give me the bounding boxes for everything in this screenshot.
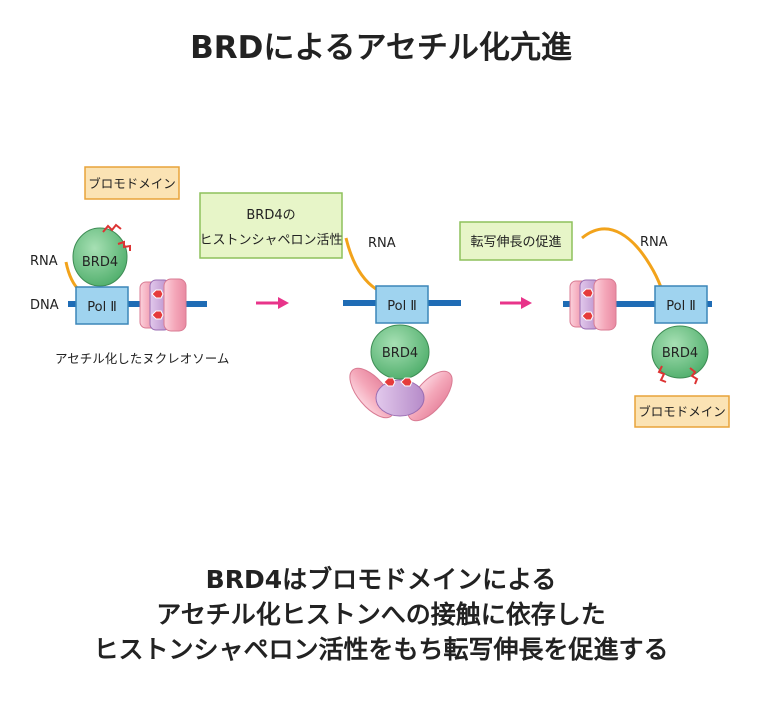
brd4-label: BRD4 [382,346,418,361]
brd4-label: BRD4 [82,255,118,270]
pol-ii-label: Pol Ⅱ [87,300,116,315]
acetylated-nucleosome-label: アセチル化したヌクレオソーム [55,351,229,366]
histone-chaperone-box [199,192,343,259]
rna-label: RNA [368,236,396,251]
rna-label: RNA [30,254,58,269]
bromodomain-label: ブロモドメイン [638,404,726,419]
caption-line-1: BRD4はブロモドメインによる [205,565,557,594]
rna-label: RNA [640,235,668,250]
transition-arrow [500,297,532,309]
pol-ii-label: Pol Ⅱ [387,299,416,314]
acetylated-nucleosome [569,278,617,331]
caption-line-2: アセチル化ヒストンへの接触に依存した [156,600,606,629]
bromodomain-label: ブロモドメイン [88,176,176,191]
brd4-protein: BRD4 [651,325,709,385]
panel-3: 転写伸長の促進 RNA Pol Ⅱ BRD4 ブロモドメイン [459,221,730,428]
elongation-label: 転写伸長の促進 [470,235,561,250]
panel-2: BRD4の ヒストンシャペロン活性 RNA Pol Ⅱ BRD4 [199,192,461,422]
histone-chaperone-line1: BRD4の [246,208,295,223]
histone-chaperone-line2: ヒストンシャペロン活性 [199,233,342,248]
diagram-caption: BRD4はブロモドメインによる アセチル化ヒストンへの接触に依存した ヒストンシ… [0,562,762,667]
brd4-protein: BRD4 [72,223,131,287]
transition-arrow [256,297,289,309]
pol-ii-label: Pol Ⅱ [666,299,695,314]
caption-line-3: ヒストンシャペロン活性をもち転写伸長を促進する [93,635,669,664]
acetylated-nucleosome [139,278,187,332]
brd4-label: BRD4 [662,346,698,361]
brd4-protein: BRD4 [370,324,430,380]
dna-label: DNA [30,298,59,313]
